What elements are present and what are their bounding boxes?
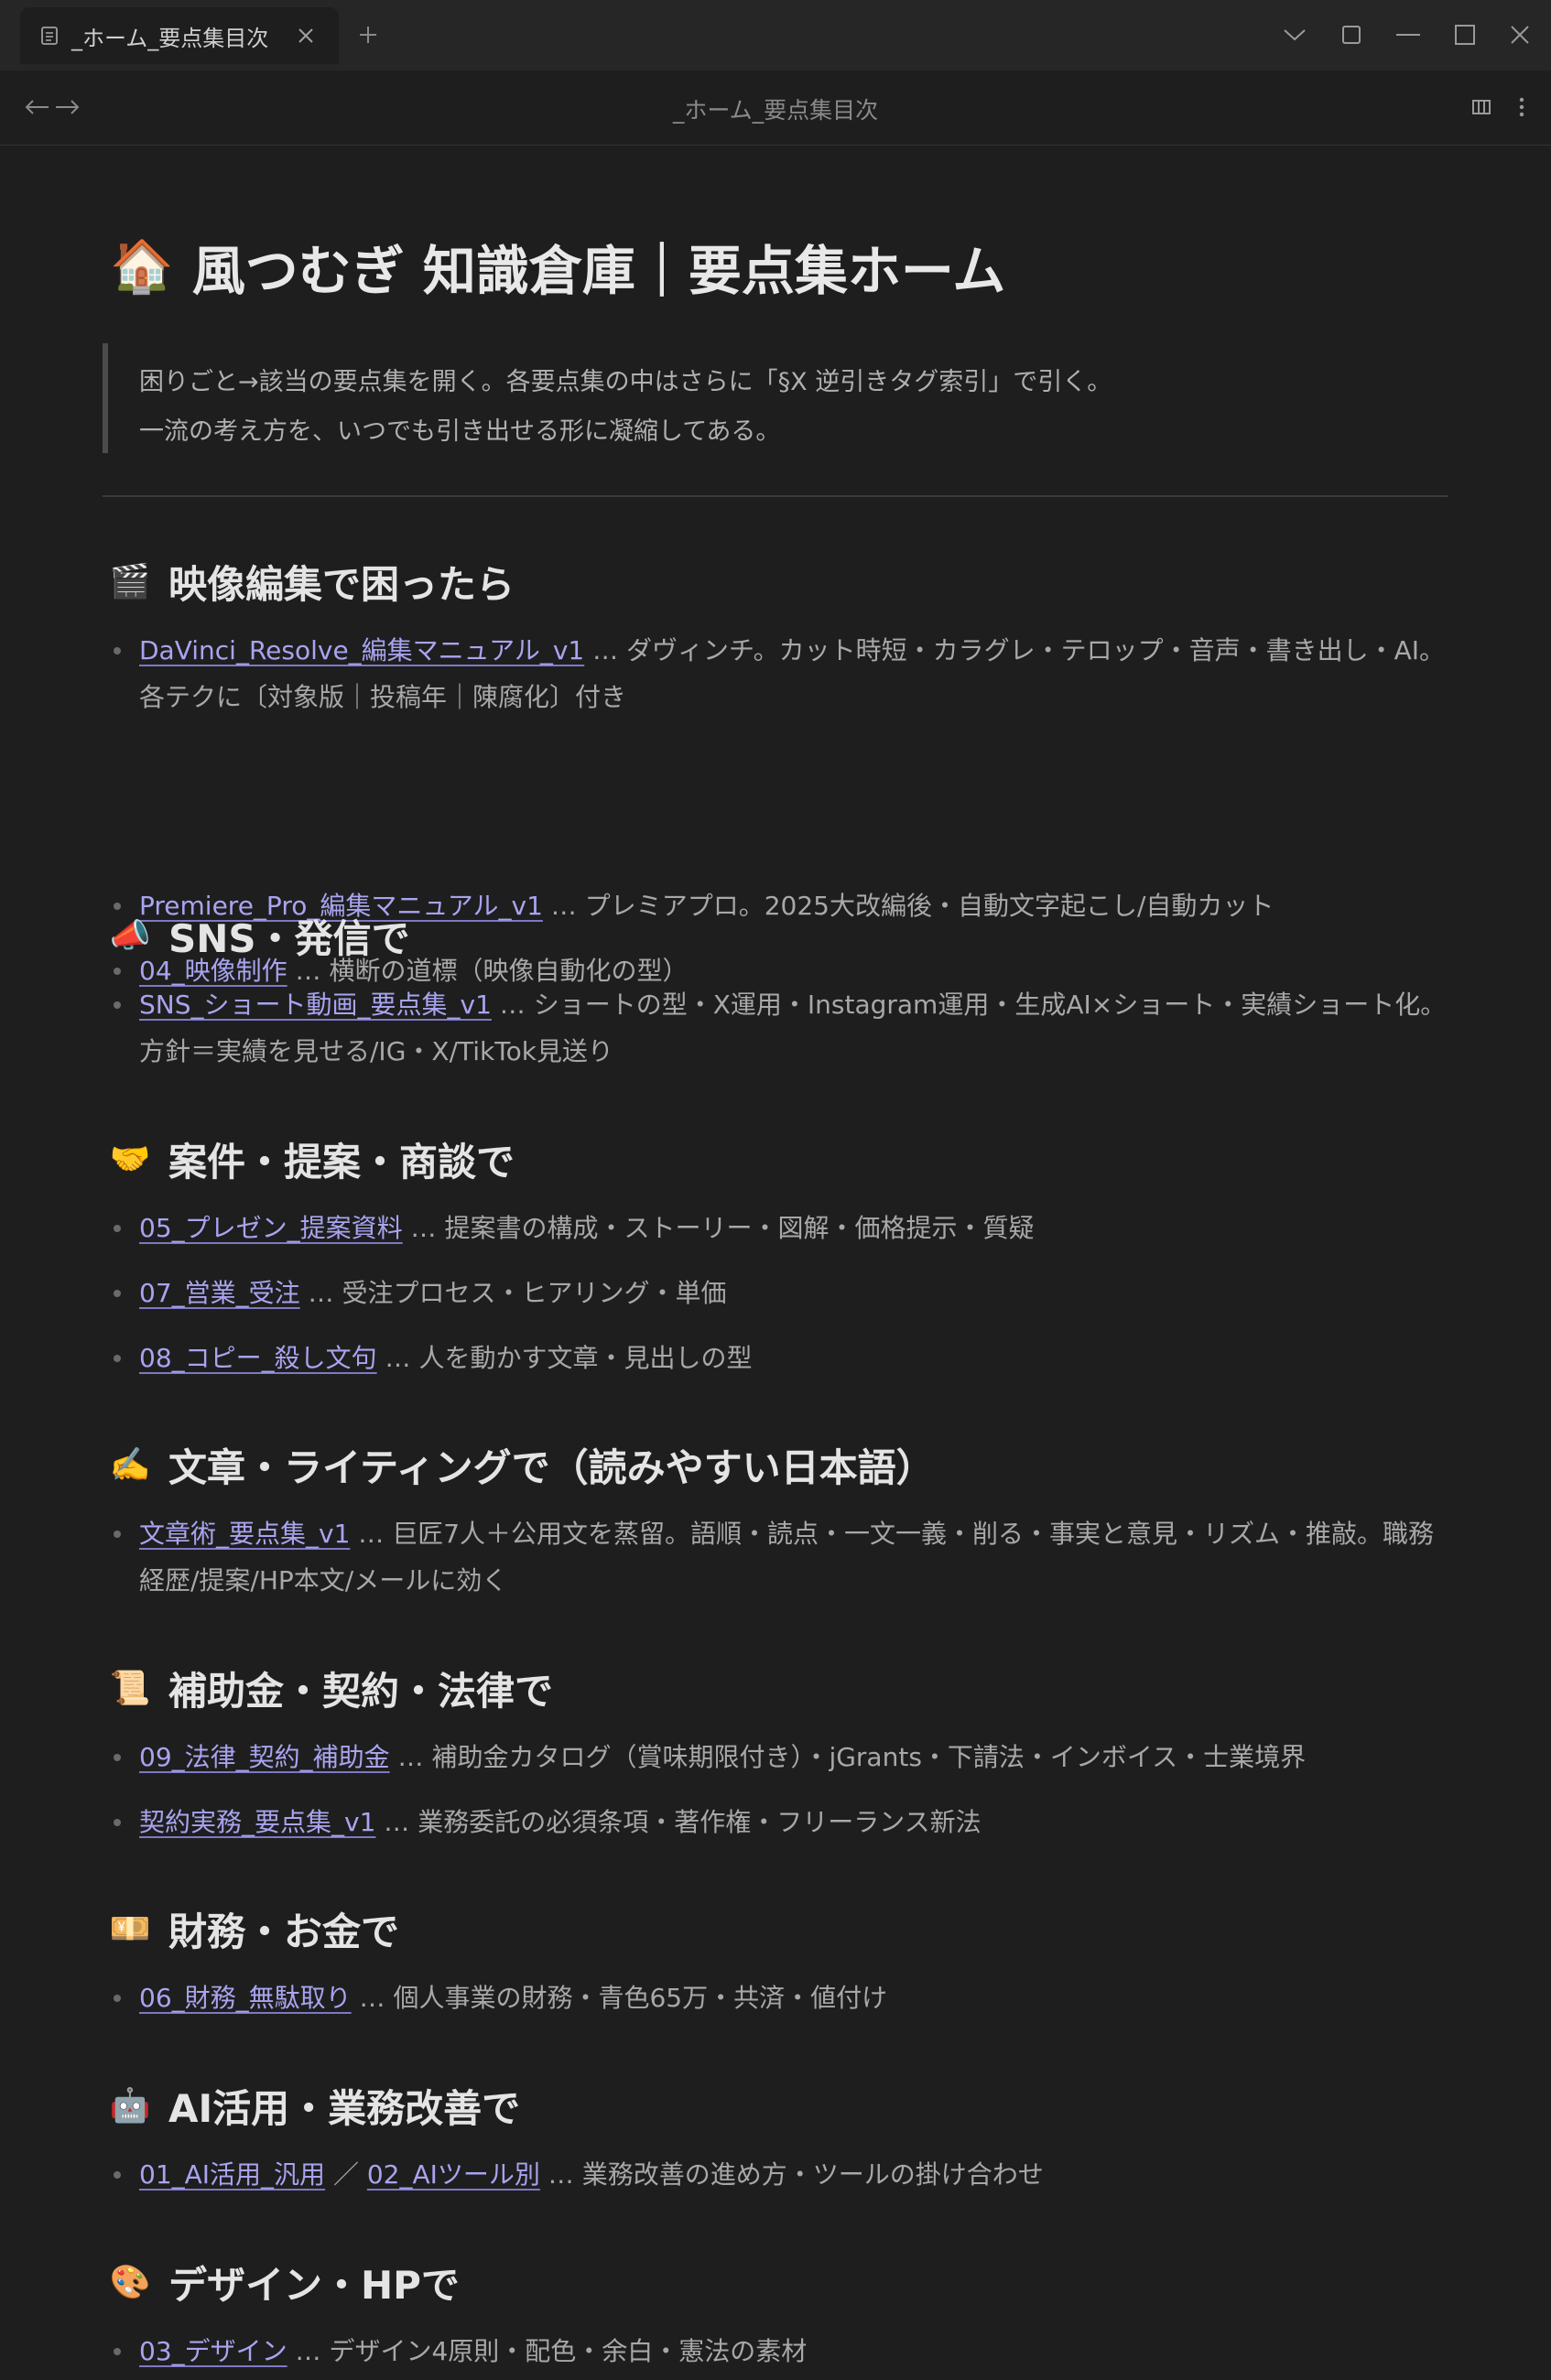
house-icon: 🏠 xyxy=(110,237,174,297)
heading-writing: ✍️ 文章・ライティングで（読みやすい日本語） xyxy=(110,1437,935,1492)
heading-text: AI活用・業務改善で xyxy=(168,2085,521,2131)
heading-text: 案件・提案・商談で xyxy=(168,1139,515,1185)
link-writing-guide[interactable]: 文章術_要点集_v1 xyxy=(139,1519,350,1549)
tab-bar: _ホーム_要点集目次 xyxy=(0,0,1551,70)
bullet xyxy=(114,1355,121,1362)
writing-hand-icon: ✍️ xyxy=(109,1446,151,1484)
item-description: … プレミアプロ。2025大改編後・自動文字起こし/自動カット xyxy=(542,891,1274,921)
heading-ai: 🤖 AI活用・業務改善で xyxy=(109,2078,521,2133)
close-window-icon[interactable] xyxy=(1502,16,1538,53)
list-item: 文章術_要点集_v1 … 巨匠7人＋公用文を蒸留。語順・読点・一文一義・削る・事… xyxy=(103,1510,1448,1604)
bullet xyxy=(114,1531,121,1538)
palette-icon: 🎨 xyxy=(109,2264,151,2301)
reading-view-icon[interactable] xyxy=(1465,91,1498,124)
list-item: SNS_ショート動画_要点集_v1 … ショートの型・X運用・Instagram… xyxy=(103,981,1448,1075)
minimize-icon[interactable] xyxy=(1390,16,1426,53)
quote-line-1: 困りごと→該当の要点集を開く。各要点集の中はさらに「§X 逆引きタグ索引」で引く… xyxy=(139,368,1112,396)
bullet xyxy=(114,1754,121,1761)
robot-icon: 🤖 xyxy=(109,2087,151,2125)
new-tab-icon[interactable] xyxy=(352,18,385,51)
link-contract-practice[interactable]: 契約実務_要点集_v1 xyxy=(139,1807,375,1837)
banknote-icon: 💴 xyxy=(109,1910,151,1948)
list-item: 08_コピー_殺し文句 … 人を動かす文章・見出しの型 xyxy=(103,1335,1448,1381)
heading-text: 補助金・契約・法律で xyxy=(168,1668,554,1714)
list-item: DaVinci_Resolve_編集マニュアル_v1 … ダヴィンチ。カット時短… xyxy=(103,627,1448,720)
item-description: … 受注プロセス・ヒアリング・単価 xyxy=(299,1278,727,1308)
heading-text: 映像編集で困ったら xyxy=(168,561,515,607)
link-design[interactable]: 03_デザイン xyxy=(139,2336,287,2366)
link-ai-general[interactable]: 01_AI活用_汎用 xyxy=(139,2159,325,2190)
view-header: _ホーム_要点集目次 xyxy=(0,70,1551,146)
maximize-icon[interactable] xyxy=(1447,16,1483,53)
item-description: … 業務改善の進め方・ツールの掛け合わせ xyxy=(539,2159,1044,2190)
link-finance[interactable]: 06_財務_無駄取り xyxy=(139,1983,352,2013)
link-copywriting[interactable]: 08_コピー_殺し文句 xyxy=(139,1343,377,1373)
item-description: … 個人事業の財務・青色65万・共済・値付け xyxy=(351,1983,888,2013)
bullet xyxy=(114,1290,121,1297)
heading-sns: 📣 SNS・発信で xyxy=(110,908,410,963)
divider xyxy=(103,495,1448,497)
tab-title: _ホーム_要点集目次 xyxy=(71,25,269,51)
document-icon xyxy=(40,26,59,46)
list-item: 05_プレゼン_提案資料 … 提案書の構成・ストーリー・図解・価格提示・質疑 xyxy=(103,1205,1448,1251)
item-description: … 補助金カタログ（賞味期限付き）・jGrants・下請法・インボイス・士業境界 xyxy=(389,1742,1307,1772)
heading-video-editing: 🎬 映像編集で困ったら xyxy=(110,554,515,609)
heading-text: 財務・お金で xyxy=(168,1909,400,1954)
intro-blockquote: 困りごと→該当の要点集を開く。各要点集の中はさらに「§X 逆引きタグ索引」で引く… xyxy=(103,343,1448,453)
bullet xyxy=(114,2348,121,2355)
page-title: 🏠 風つむぎ 知識倉庫｜要点集ホーム xyxy=(110,230,1005,303)
item-description: … デザイン4原則・配色・余白・憲法の素材 xyxy=(287,2336,808,2366)
bullet xyxy=(114,1819,121,1826)
heading-legal: 📜 補助金・契約・法律で xyxy=(110,1661,553,1715)
list-item: 契約実務_要点集_v1 … 業務委託の必須条項・著作権・フリーランス新法 xyxy=(103,1799,1448,1845)
heading-design: 🎨 デザイン・HPで xyxy=(110,2255,460,2310)
page-title-text: 風つむぎ 知識倉庫｜要点集ホーム xyxy=(191,240,1006,302)
heading-finance: 💴 財務・お金で xyxy=(110,1901,399,1956)
item-description: … 提案書の構成・ストーリー・図解・価格提示・質疑 xyxy=(402,1213,1035,1243)
item-description: … 業務委託の必須条項・著作権・フリーランス新法 xyxy=(375,1807,982,1837)
bullet xyxy=(114,647,121,654)
heading-text: SNS・発信で xyxy=(168,915,410,961)
pin-window-icon[interactable] xyxy=(1333,16,1370,53)
bullet xyxy=(114,968,121,975)
link-sales[interactable]: 07_営業_受注 xyxy=(139,1278,300,1308)
bullet xyxy=(114,1995,121,2002)
chevron-down-icon[interactable] xyxy=(1276,16,1313,53)
clapper-board-icon: 🎬 xyxy=(109,563,151,600)
link-davinci-manual[interactable]: DaVinci_Resolve_編集マニュアル_v1 xyxy=(139,635,584,665)
link-sns-short-video[interactable]: SNS_ショート動画_要点集_v1 xyxy=(139,990,492,1020)
link-separator: ／ xyxy=(325,2159,367,2190)
tab-home-index[interactable]: _ホーム_要点集目次 xyxy=(20,7,339,64)
link-law-contract-subsidy[interactable]: 09_法律_契約_補助金 xyxy=(139,1742,390,1772)
item-description: … 人を動かす文章・見出しの型 xyxy=(376,1343,753,1373)
heading-deals: 🤝 案件・提案・商談で xyxy=(110,1131,515,1186)
megaphone-icon: 📣 xyxy=(109,917,151,955)
list-item: 03_デザイン … デザイン4原則・配色・余白・憲法の素材 xyxy=(103,2328,1448,2375)
heading-text: 文章・ライティングで（読みやすい日本語） xyxy=(168,1444,935,1490)
bullet xyxy=(114,1001,121,1009)
view-title: _ホーム_要点集目次 xyxy=(672,97,879,124)
bullet xyxy=(114,2171,121,2179)
handshake-icon: 🤝 xyxy=(109,1141,151,1178)
quote-line-2: 一流の考え方を、いつでも引き出せる形に凝縮してある。 xyxy=(139,417,781,446)
list-item: 07_営業_受注 … 受注プロセス・ヒアリング・単価 xyxy=(103,1270,1448,1316)
list-item: 06_財務_無駄取り … 個人事業の財務・青色65万・共済・値付け xyxy=(103,1974,1448,2021)
list-item: 01_AI活用_汎用 ／ 02_AIツール別 … 業務改善の進め方・ツールの掛け… xyxy=(103,2151,1448,2198)
more-options-icon[interactable] xyxy=(1505,91,1538,124)
heading-text: デザイン・HPで xyxy=(168,2262,460,2308)
bullet xyxy=(114,1225,121,1232)
link-presentation[interactable]: 05_プレゼン_提案資料 xyxy=(139,1213,403,1243)
link-ai-tools[interactable]: 02_AIツール別 xyxy=(367,2159,540,2190)
scroll-icon: 📜 xyxy=(109,1670,151,1707)
list-item: 09_法律_契約_補助金 … 補助金カタログ（賞味期限付き）・jGrants・下… xyxy=(103,1734,1448,1780)
close-tab-icon[interactable] xyxy=(293,23,319,49)
